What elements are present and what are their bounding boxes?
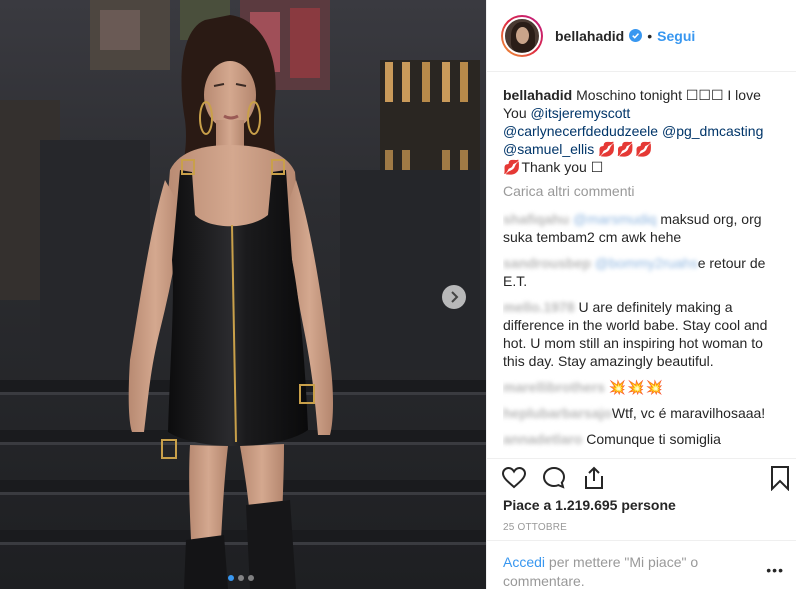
comment-username[interactable]: shafiqahu bbox=[503, 211, 569, 227]
caption-username[interactable]: bellahadid bbox=[503, 87, 572, 103]
comment-text: Wtf, vc é maravilhosaaa! bbox=[611, 405, 766, 421]
carousel-dot-2 bbox=[238, 575, 244, 581]
comment-item: heplubarbarsajoWtf, vc é maravilhosaaa! bbox=[503, 404, 783, 422]
comment-text: 💥💥💥 bbox=[608, 379, 665, 395]
kiss-emoji: 💋💋💋 bbox=[598, 141, 654, 157]
comment-icon[interactable] bbox=[541, 465, 567, 491]
share-icon[interactable] bbox=[581, 465, 607, 491]
likes-count[interactable]: Piace a 1.219.695 persone bbox=[503, 497, 676, 513]
comment-item: shafiqahu @marsmudiq maksud org, org suk… bbox=[503, 210, 783, 246]
login-prompt: Accedi per mettere "Mi piace" o commenta… bbox=[487, 540, 796, 589]
comment-username[interactable]: mello.1978 bbox=[503, 299, 575, 315]
post-header: bellahadid • Segui bbox=[487, 0, 796, 72]
comment-mention[interactable]: @marsmudiq bbox=[573, 211, 656, 227]
post-image[interactable] bbox=[0, 0, 486, 589]
chevron-right-icon bbox=[451, 291, 459, 303]
runway-photo bbox=[0, 0, 486, 589]
avatar-image bbox=[503, 16, 541, 55]
carousel-dot-3 bbox=[248, 575, 254, 581]
post-caption: bellahadid Moschino tonight ☐☐☐ I love Y… bbox=[503, 86, 783, 176]
comment-item: mello.1978 U are definitely making a dif… bbox=[503, 298, 783, 370]
comment-item: annadetlaro Comunque ti somiglia bbox=[503, 430, 783, 448]
caption-thanks: Thank you ☐ bbox=[521, 159, 604, 175]
bookmark-icon[interactable] bbox=[767, 465, 793, 491]
carousel-indicator bbox=[228, 575, 254, 581]
comments-list: bellahadid Moschino tonight ☐☐☐ I love Y… bbox=[503, 86, 783, 456]
heart-icon[interactable] bbox=[501, 465, 527, 491]
post-date[interactable]: 25 OTTOBRE bbox=[503, 522, 567, 533]
caption-mention[interactable]: @pg_dmcasting bbox=[662, 123, 763, 139]
more-options-button[interactable]: ••• bbox=[766, 562, 784, 578]
comment-username[interactable]: marellibrothers bbox=[503, 379, 605, 395]
caption-mention[interactable]: @samuel_ellis bbox=[503, 141, 594, 157]
avatar[interactable] bbox=[501, 14, 543, 57]
next-slide-button[interactable] bbox=[442, 285, 466, 309]
action-bar bbox=[487, 458, 796, 494]
post-sidebar: bellahadid • Segui bellahadid Moschino t… bbox=[486, 0, 796, 589]
comment-text: Comunque ti somiglia bbox=[586, 431, 721, 447]
separator-bullet: • bbox=[647, 27, 653, 44]
carousel-dot-1 bbox=[228, 575, 234, 581]
comment-item: marellibrothers 💥💥💥 bbox=[503, 378, 783, 396]
caption-mention[interactable]: @carlynecerfdedudzeele bbox=[503, 123, 658, 139]
load-more-comments-button[interactable]: Carica altri commenti bbox=[503, 182, 783, 200]
comment-username[interactable]: annadetlaro bbox=[503, 431, 582, 447]
username-link[interactable]: bellahadid bbox=[555, 28, 624, 44]
caption-mention[interactable]: @itsjeremyscott bbox=[531, 105, 631, 121]
kiss-emoji: 💋 bbox=[503, 159, 522, 175]
comment-username[interactable]: heplubarbarsajo bbox=[503, 405, 612, 421]
verified-badge-icon bbox=[629, 29, 643, 42]
comment-item: sandrousbep @bommy2ruahse retour de E.T. bbox=[503, 254, 783, 290]
login-link[interactable]: Accedi bbox=[503, 554, 545, 570]
comment-username[interactable]: sandrousbep bbox=[503, 255, 591, 271]
comment-mention[interactable]: @bommy2ruahs bbox=[595, 255, 698, 271]
follow-button[interactable]: Segui bbox=[657, 28, 695, 44]
